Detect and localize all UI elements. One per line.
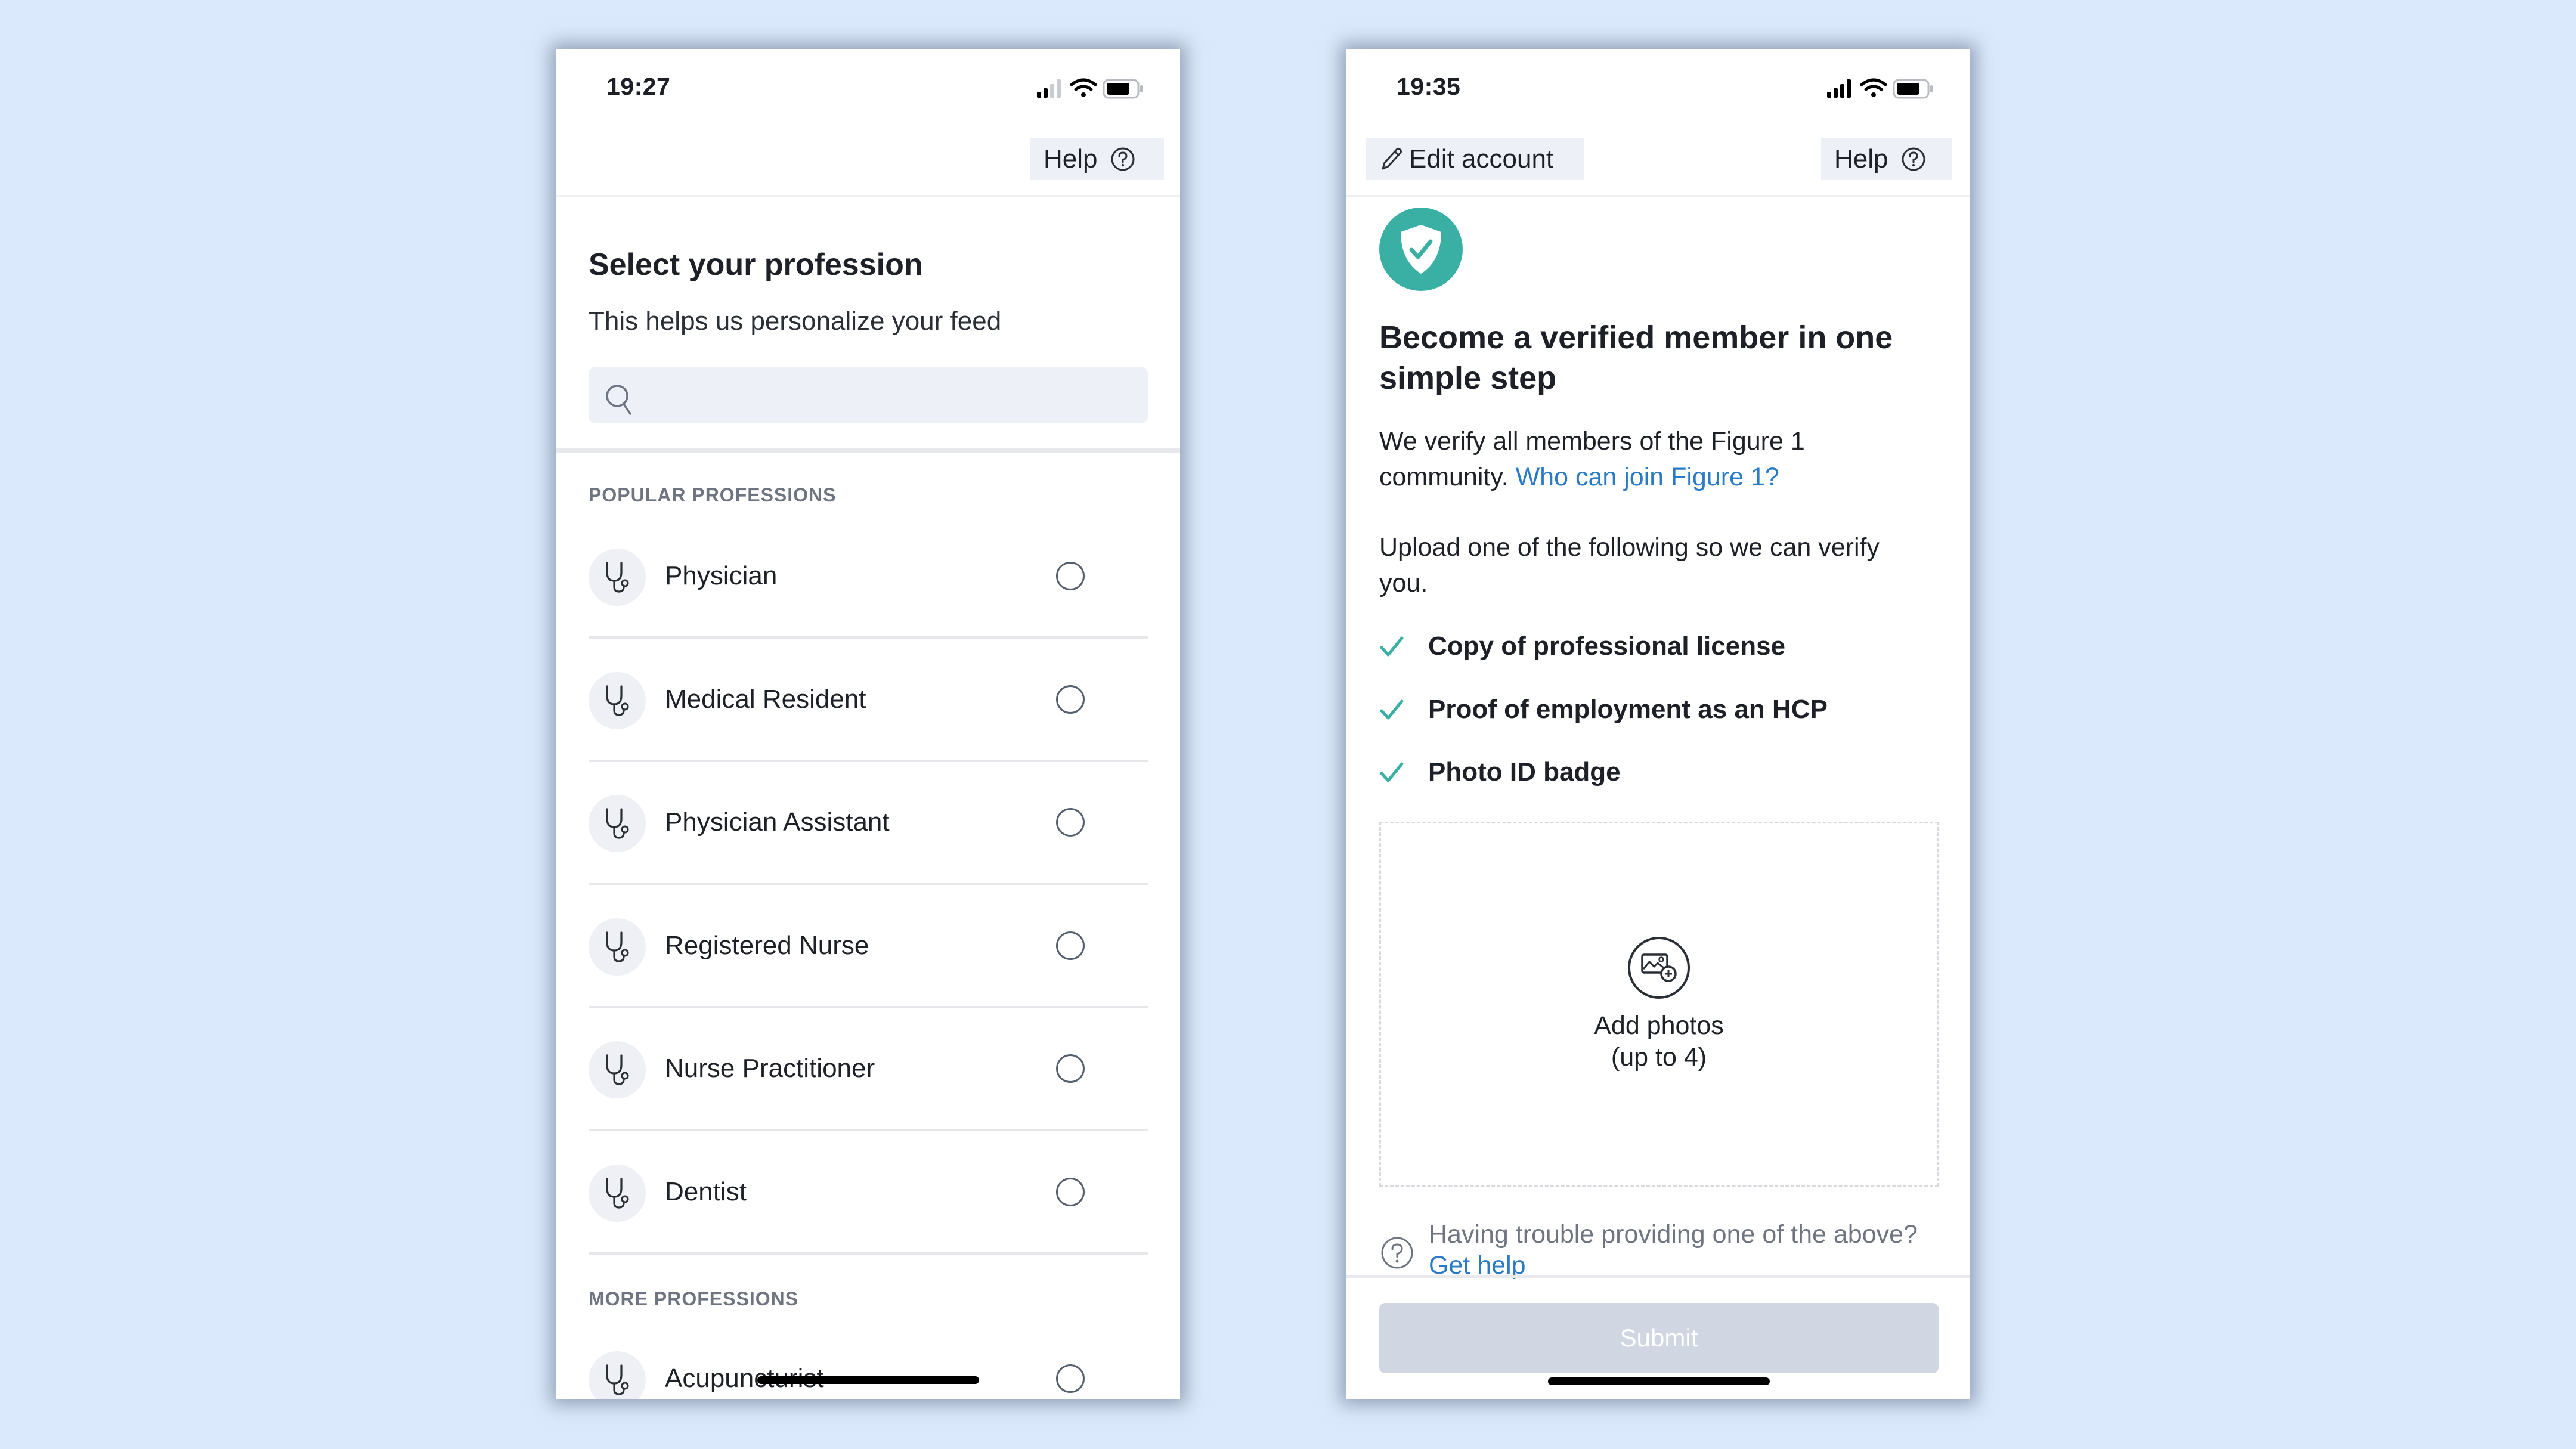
- trouble-help-text: Having trouble providing one of the abov…: [1429, 1219, 1918, 1281]
- row-divider: [589, 1252, 1148, 1255]
- requirement-item: Proof of employment as an HCP: [1379, 692, 1828, 727]
- search-input[interactable]: [589, 367, 1148, 423]
- stethoscope-icon: [606, 931, 629, 962]
- battery-icon: [1103, 79, 1143, 99]
- add-photo-icon: [1628, 937, 1690, 999]
- help-button[interactable]: Help: [1821, 138, 1952, 180]
- requirement-label: Copy of professional license: [1428, 631, 1786, 661]
- profession-icon-badge: [589, 549, 646, 606]
- add-photos-limit: (up to 4): [1611, 1043, 1707, 1072]
- section-divider: [556, 448, 1180, 453]
- shield-check-icon: [1401, 225, 1441, 274]
- check-icon: [1380, 762, 1404, 782]
- page-title: Select your profession: [589, 247, 923, 282]
- more-professions-label: MORE PROFESSIONS: [589, 1288, 799, 1309]
- profession-row[interactable]: Nurse Practitioner: [589, 1008, 1148, 1131]
- profession-icon-badge: [589, 1164, 646, 1222]
- profession-label: Dentist: [665, 1176, 747, 1206]
- profession-row[interactable]: Acupuncturist: [589, 1318, 1148, 1399]
- profession-label: Physician Assistant: [665, 807, 890, 837]
- home-indicator: [757, 1376, 979, 1384]
- question-circle-icon: [1111, 147, 1134, 171]
- upload-instructions: Upload one of the following so we can ve…: [1379, 533, 1880, 597]
- verification-title: Become a verified member in one simple s…: [1379, 320, 1893, 396]
- profession-row[interactable]: Registered Nurse: [589, 886, 1148, 1008]
- profession-label: Nurse Practitioner: [665, 1054, 875, 1083]
- profession-icon-badge: [589, 1351, 646, 1399]
- trouble-text: Having trouble providing one of the abov…: [1429, 1220, 1918, 1249]
- profession-select-screen: 19:27 Help Select your profession This h…: [556, 49, 1180, 1399]
- question-circle-icon: [1381, 1237, 1413, 1269]
- row-divider: [589, 1129, 1148, 1131]
- profession-label: Physician: [665, 561, 778, 590]
- status-time: 19:27: [606, 73, 671, 100]
- requirement-item: Copy of professional license: [1379, 628, 1785, 664]
- battery-icon: [1893, 79, 1933, 99]
- requirement-item: Photo ID badge: [1379, 754, 1621, 790]
- profession-icon-badge: [589, 671, 646, 729]
- stethoscope-icon: [606, 1054, 629, 1085]
- header-divider: [556, 195, 1180, 197]
- pencil-icon: [1382, 148, 1402, 170]
- row-divider: [589, 883, 1148, 885]
- add-photos-label: Add photos: [1594, 1011, 1724, 1040]
- status-icons: [1827, 78, 1933, 99]
- who-can-join-link[interactable]: Who can join Figure 1?: [1516, 463, 1779, 491]
- profession-radio[interactable]: [1056, 931, 1085, 960]
- footer-divider: [1346, 1275, 1970, 1278]
- question-circle-icon: [1902, 147, 1925, 171]
- stethoscope-icon: [606, 808, 629, 839]
- profession-radio[interactable]: [1056, 685, 1085, 714]
- search-icon: [606, 385, 631, 415]
- help-label: Help: [1044, 144, 1098, 174]
- profession-icon-badge: [589, 918, 646, 976]
- profession-icon-badge: [589, 795, 646, 852]
- requirement-label: Photo ID badge: [1428, 757, 1621, 787]
- profession-label: Medical Resident: [665, 684, 866, 714]
- stethoscope-icon: [606, 1364, 629, 1395]
- submit-button[interactable]: Submit: [1379, 1303, 1939, 1373]
- check-icon: [1380, 636, 1404, 657]
- wifi-icon: [1070, 78, 1097, 97]
- status-icons: [1037, 78, 1143, 99]
- stethoscope-icon: [606, 1177, 629, 1209]
- row-divider: [589, 636, 1148, 639]
- intro-paragraph: We verify all members of the Figure 1 co…: [1379, 423, 1934, 495]
- signal-icon: [1827, 79, 1851, 98]
- verification-screen: 19:35 Edit account Help Become a verifie…: [1346, 49, 1970, 1399]
- check-icon: [1380, 699, 1404, 719]
- status-time: 19:35: [1397, 73, 1461, 100]
- profession-radio[interactable]: [1056, 1177, 1085, 1206]
- edit-account-label: Edit account: [1409, 144, 1554, 174]
- wifi-icon: [1860, 78, 1887, 97]
- add-photos-dropzone[interactable]: Add photos (up to 4): [1379, 822, 1939, 1187]
- profession-row[interactable]: Dentist: [589, 1132, 1148, 1255]
- help-button[interactable]: Help: [1030, 138, 1164, 180]
- popular-professions-label: POPULAR PROFESSIONS: [589, 484, 837, 506]
- profession-row[interactable]: Physician Assistant: [589, 762, 1148, 885]
- profession-radio[interactable]: [1056, 562, 1085, 590]
- edit-account-button[interactable]: Edit account: [1366, 138, 1584, 180]
- profession-row[interactable]: Medical Resident: [589, 639, 1148, 762]
- verified-shield-badge: [1379, 208, 1463, 291]
- profession-row[interactable]: Physician: [589, 516, 1148, 639]
- row-divider: [589, 1005, 1148, 1008]
- profession-radio[interactable]: [1056, 1054, 1085, 1083]
- home-indicator: [1548, 1377, 1770, 1385]
- profession-radio[interactable]: [1056, 1364, 1085, 1393]
- help-label: Help: [1834, 144, 1888, 174]
- profession-label: Registered Nurse: [665, 930, 869, 960]
- stethoscope-icon: [606, 562, 629, 593]
- profession-icon-badge: [589, 1041, 646, 1098]
- requirement-label: Proof of employment as an HCP: [1428, 694, 1828, 724]
- page-subtitle: This helps us personalize your feed: [589, 306, 1002, 336]
- header-divider: [1346, 195, 1970, 197]
- row-divider: [589, 759, 1148, 762]
- stethoscope-icon: [606, 685, 629, 716]
- profession-radio[interactable]: [1056, 808, 1085, 837]
- signal-icon: [1037, 79, 1061, 98]
